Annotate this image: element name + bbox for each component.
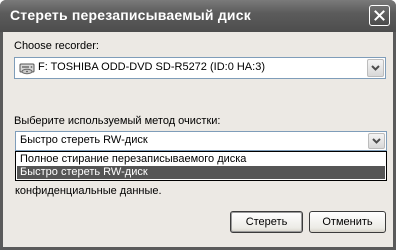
method-dropdown-button[interactable] bbox=[368, 133, 385, 149]
erase-button[interactable]: Стереть bbox=[230, 211, 303, 233]
recorder-dropdown-button[interactable] bbox=[367, 59, 384, 77]
cancel-button[interactable]: Отменить bbox=[309, 211, 386, 233]
method-description: конфиденциальные данные. bbox=[15, 185, 162, 197]
close-button[interactable] bbox=[369, 5, 390, 26]
chevron-down-icon bbox=[371, 65, 380, 71]
optical-drive-icon bbox=[19, 61, 35, 78]
title-bar[interactable]: Стереть перезаписываемый диск bbox=[0, 0, 396, 32]
recorder-select[interactable]: F: TOSHIBA ODD-DVD SD-R5272 (ID:0 HA:3) bbox=[14, 57, 386, 79]
method-value: Быстро стереть RW-диск bbox=[20, 134, 148, 146]
method-select[interactable]: Быстро стереть RW-диск bbox=[15, 131, 387, 151]
chevron-down-icon bbox=[372, 138, 381, 144]
method-option-quick[interactable]: Быстро стереть RW-диск bbox=[17, 166, 385, 179]
method-option-full[interactable]: Полное стирание перезаписываемого диска bbox=[17, 153, 385, 166]
window-title: Стереть перезаписываемый диск bbox=[10, 7, 251, 23]
recorder-label: Choose recorder: bbox=[14, 40, 99, 52]
close-icon bbox=[374, 10, 385, 21]
method-dropdown-list: Полное стирание перезаписываемого диска … bbox=[15, 151, 387, 181]
recorder-value: F: TOSHIBA ODD-DVD SD-R5272 (ID:0 HA:3) bbox=[38, 61, 265, 73]
dialog-body: Choose recorder: F: TOSHIBA ODD-DVD SD-R… bbox=[3, 32, 393, 247]
erase-disc-dialog: Стереть перезаписываемый диск Choose rec… bbox=[0, 0, 396, 250]
method-label: Выберите используемый метод очистки: bbox=[14, 115, 221, 127]
